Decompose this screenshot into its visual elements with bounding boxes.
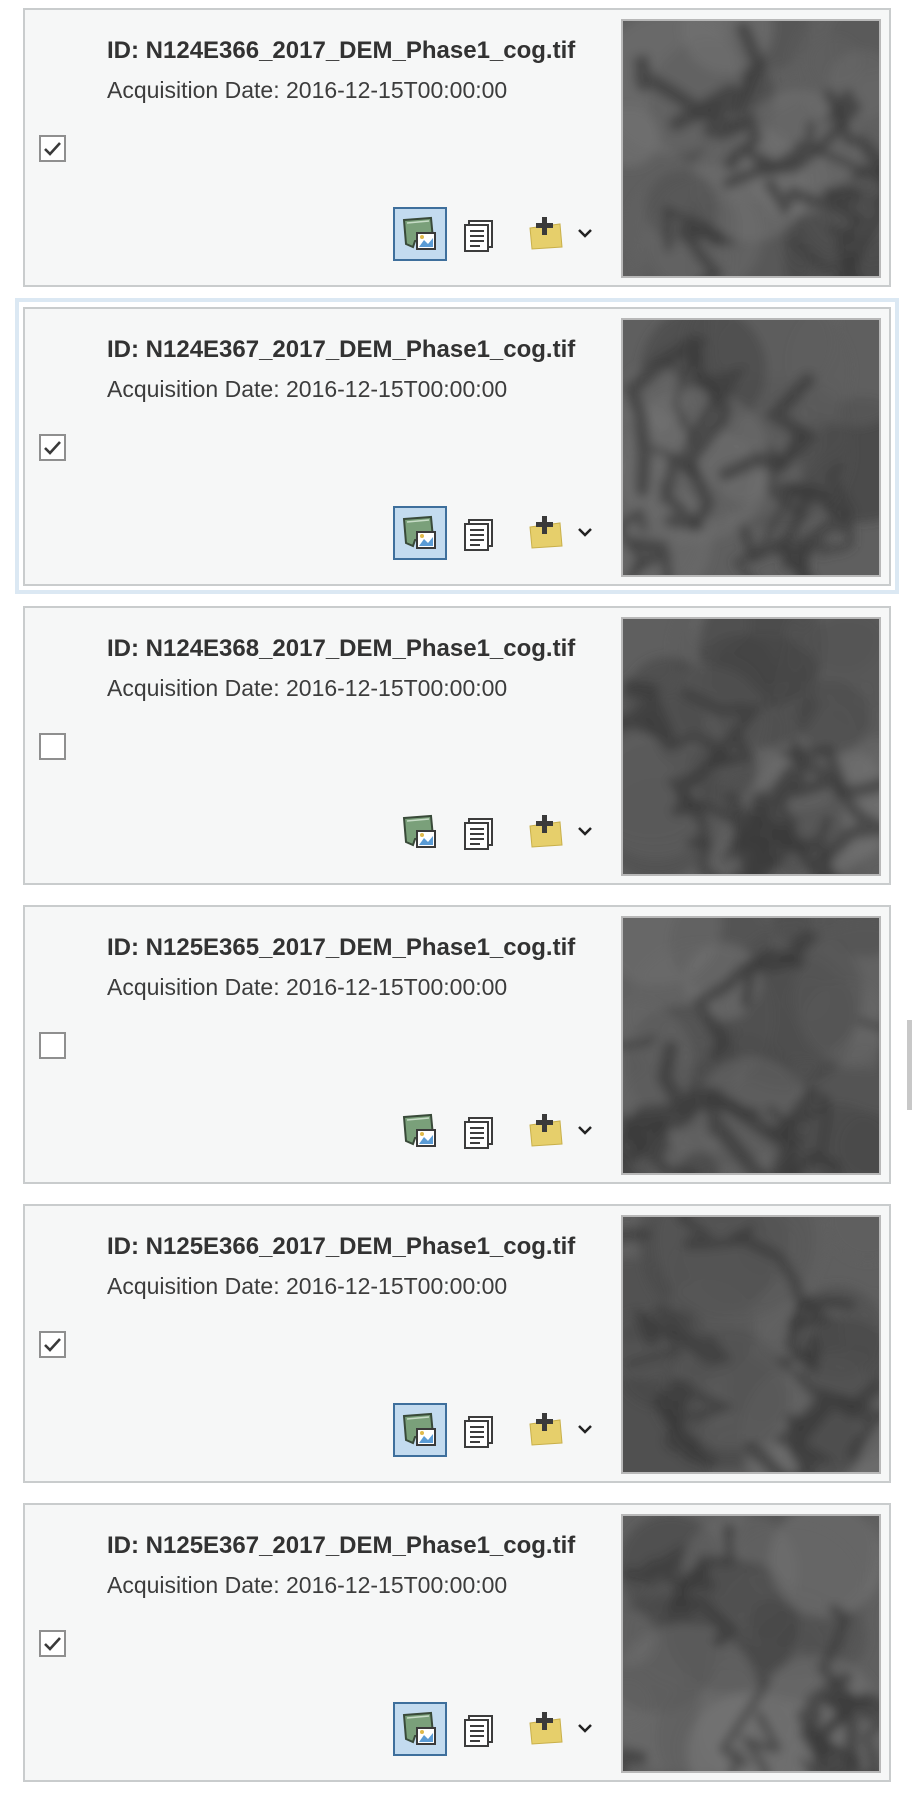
item-checkbox[interactable] [39,733,66,760]
details-icon [464,1416,493,1448]
details-button[interactable] [453,1104,507,1158]
acquisition-date-label: Acquisition Date: 2016-12-15T00:00:00 [107,1572,508,1598]
add-to-map-icon [529,1114,563,1147]
thumbnail-image [621,318,881,577]
result-card[interactable]: ID: N125E366_2017_DEM_Phase1_cog.tif Acq… [23,1204,891,1483]
item-checkbox[interactable] [39,1331,66,1358]
add-to-map-dropdown[interactable] [573,1118,597,1142]
result-card[interactable]: ID: N124E368_2017_DEM_Phase1_cog.tif Acq… [23,606,891,885]
footprint-button[interactable] [393,805,447,859]
item-id-label: ID: N124E368_2017_DEM_Phase1_cog.tif [107,635,576,662]
details-button[interactable] [453,805,507,859]
result-card[interactable]: ID: N125E365_2017_DEM_Phase1_cog.tif Acq… [23,905,891,1184]
add-to-map-dropdown[interactable] [573,819,597,843]
thumbnail-image [621,617,881,876]
add-to-map-button[interactable] [526,812,566,852]
footprint-button[interactable] [393,506,447,560]
thumbnail-image [621,1215,881,1474]
chevron-down-icon [578,229,592,238]
map-footprint-icon [402,814,436,848]
details-button[interactable] [453,1702,507,1756]
details-button[interactable] [453,1403,507,1457]
result-card[interactable]: ID: N124E366_2017_DEM_Phase1_cog.tif Acq… [23,8,891,287]
details-icon [464,1117,493,1149]
details-icon [464,818,493,850]
footprint-button[interactable] [393,1702,447,1756]
item-id-label: ID: N125E366_2017_DEM_Phase1_cog.tif [107,1233,576,1260]
add-to-map-icon [529,1712,563,1745]
checkmark-icon [44,1338,61,1352]
footprint-button[interactable] [393,207,447,261]
add-to-map-button[interactable] [526,1111,566,1151]
add-to-map-icon [529,516,563,549]
details-button[interactable] [453,506,507,560]
result-card[interactable]: ID: N124E367_2017_DEM_Phase1_cog.tif Acq… [23,307,891,586]
chevron-down-icon [578,827,592,836]
item-id-label: ID: N124E366_2017_DEM_Phase1_cog.tif [107,37,576,64]
thumbnail-image [621,1514,881,1773]
add-to-map-icon [529,217,563,250]
chevron-down-icon [578,528,592,537]
chevron-down-icon [578,1724,592,1733]
chevron-down-icon [578,1425,592,1434]
item-id-label: ID: N125E367_2017_DEM_Phase1_cog.tif [107,1532,576,1559]
thumbnail-image [621,19,881,278]
details-icon [464,220,493,252]
add-to-map-dropdown[interactable] [573,1417,597,1441]
item-checkbox[interactable] [39,434,66,461]
map-footprint-icon [402,515,436,549]
acquisition-date-label: Acquisition Date: 2016-12-15T00:00:00 [107,974,508,1000]
add-to-map-icon [529,1413,563,1446]
acquisition-date-label: Acquisition Date: 2016-12-15T00:00:00 [107,675,508,701]
chevron-down-icon [578,1126,592,1135]
add-to-map-button[interactable] [526,1410,566,1450]
checkmark-icon [44,142,61,156]
add-to-map-dropdown[interactable] [573,520,597,544]
results-list: ID: N124E366_2017_DEM_Phase1_cog.tif Acq… [0,0,912,1800]
result-card[interactable]: ID: N125E367_2017_DEM_Phase1_cog.tif Acq… [23,1503,891,1782]
map-footprint-icon [402,1711,436,1745]
item-id-label: ID: N125E365_2017_DEM_Phase1_cog.tif [107,934,576,961]
add-to-map-button[interactable] [526,214,566,254]
item-checkbox[interactable] [39,1630,66,1657]
item-checkbox[interactable] [39,1032,66,1059]
add-to-map-button[interactable] [526,1709,566,1749]
footprint-button[interactable] [393,1104,447,1158]
acquisition-date-label: Acquisition Date: 2016-12-15T00:00:00 [107,1273,508,1299]
scrollbar[interactable] [907,1020,912,1110]
add-to-map-dropdown[interactable] [573,1716,597,1740]
details-icon [464,519,493,551]
add-to-map-icon [529,815,563,848]
checkmark-icon [44,441,61,455]
acquisition-date-label: Acquisition Date: 2016-12-15T00:00:00 [107,77,508,103]
add-to-map-dropdown[interactable] [573,221,597,245]
item-id-label: ID: N124E367_2017_DEM_Phase1_cog.tif [107,336,576,363]
thumbnail-image [621,916,881,1175]
map-footprint-icon [402,1113,436,1147]
checkmark-icon [44,1637,61,1651]
map-footprint-icon [402,1412,436,1446]
add-to-map-button[interactable] [526,513,566,553]
item-checkbox[interactable] [39,135,66,162]
footprint-button[interactable] [393,1403,447,1457]
details-button[interactable] [453,207,507,261]
details-icon [464,1715,493,1747]
acquisition-date-label: Acquisition Date: 2016-12-15T00:00:00 [107,376,508,402]
map-footprint-icon [402,216,436,250]
